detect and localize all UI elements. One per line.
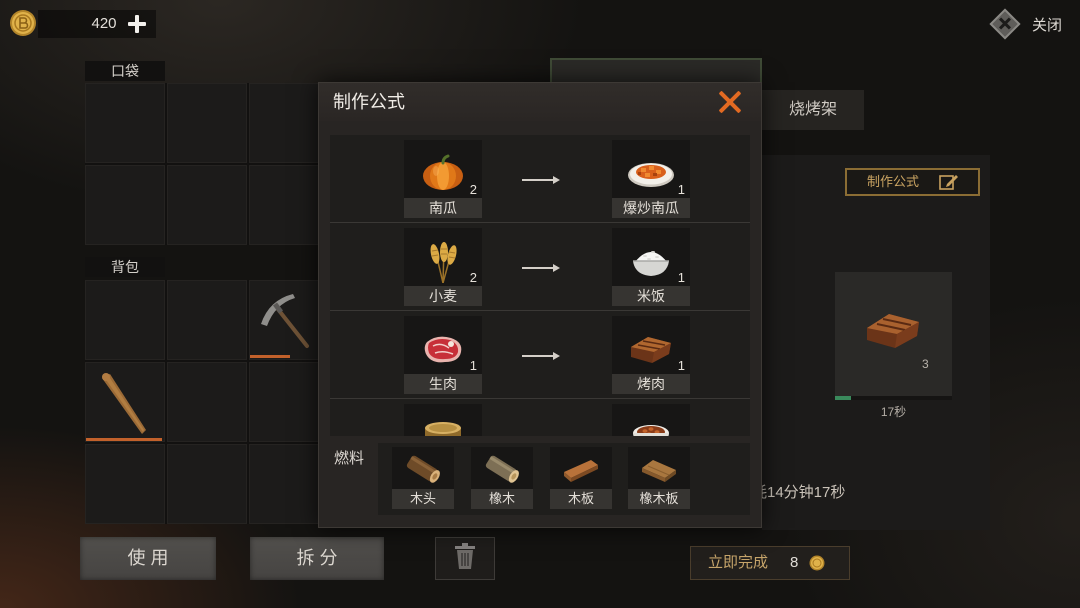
backpack-header: 背包	[85, 257, 165, 277]
total-time-text: 耗14分钟17秒	[752, 484, 846, 501]
recipe-input-slot[interactable]: 2 南瓜	[404, 140, 482, 218]
inventory-slot[interactable]	[249, 362, 329, 442]
log-icon	[392, 452, 454, 486]
coin-icon	[9, 9, 37, 37]
finish-now-button[interactable]: 立即完成 8	[690, 546, 850, 580]
inventory-slot[interactable]	[85, 444, 165, 524]
pickaxe-icon[interactable]	[255, 290, 315, 350]
recipe-dialog: 制作公式 2 南瓜 1 爆炒南瓜 2 小麦 1 米饭 1 生肉 1 烤肉 燃料 …	[318, 82, 762, 528]
finish-now-label: 立即完成	[708, 554, 769, 571]
item-count: 1	[677, 358, 685, 373]
fuel-label: 燃料	[334, 450, 365, 467]
coin-count: 420	[91, 15, 117, 32]
coin-icon	[809, 555, 825, 571]
roast-meat-icon	[863, 308, 923, 352]
trash-button[interactable]	[435, 537, 495, 580]
recipe-button-label: 制作公式	[867, 174, 920, 189]
inventory-slot[interactable]	[167, 280, 247, 360]
fuel-slot[interactable]: 橡木	[471, 447, 533, 509]
arrow-right-icon	[522, 176, 560, 184]
close-diamond-icon[interactable]	[989, 8, 1021, 40]
tab-grill[interactable]: 烧烤架	[762, 90, 864, 130]
close-button-label[interactable]: 关闭	[1032, 14, 1062, 35]
recipe-output-slot[interactable]	[612, 404, 690, 436]
trash-icon	[454, 543, 476, 574]
inventory-slot[interactable]	[167, 83, 247, 163]
recipe-output-slot[interactable]: 1 米饭	[612, 228, 690, 306]
arrow-right-icon	[522, 264, 560, 272]
fuel-name: 木头	[392, 489, 454, 509]
recipe-button[interactable]: 制作公式	[845, 168, 980, 196]
grill-slot-count: 3	[922, 357, 929, 371]
grill-progress-bar	[835, 396, 952, 400]
split-button[interactable]: 拆 分	[250, 537, 384, 580]
recipe-input-slot[interactable]: 2 小麦	[404, 228, 482, 306]
dialog-header: 制作公式	[319, 83, 761, 121]
inventory-slot[interactable]	[85, 83, 165, 163]
fuel-slot[interactable]: 木板	[550, 447, 612, 509]
item-label: 南瓜	[404, 198, 482, 218]
pocket-grid	[85, 83, 329, 245]
item-label: 小麦	[404, 286, 482, 306]
pocket-header: 口袋	[85, 61, 165, 81]
inventory-slot[interactable]	[167, 362, 247, 442]
close-x-icon[interactable]	[716, 88, 744, 116]
inventory-slot[interactable]	[249, 444, 329, 524]
inventory-slot[interactable]	[85, 165, 165, 245]
recipe-input-slot[interactable]	[404, 404, 482, 436]
plank-icon	[550, 452, 612, 486]
fuel-name: 橡木	[471, 489, 533, 509]
recipe-row: 1 生肉 1 烤肉	[330, 311, 750, 399]
recipe-list[interactable]: 2 南瓜 1 爆炒南瓜 2 小麦 1 米饭 1 生肉 1 烤肉	[330, 135, 750, 436]
fuel-name: 木板	[550, 489, 612, 509]
inventory-slot[interactable]	[167, 444, 247, 524]
canned-food-icon	[404, 416, 482, 436]
edit-icon	[939, 172, 959, 192]
dialog-title: 制作公式	[333, 92, 405, 112]
wooden-club-icon[interactable]	[96, 372, 152, 436]
grill-slot-timer: 17秒	[880, 405, 907, 419]
inventory-slot[interactable]	[249, 165, 329, 245]
item-label: 爆炒南瓜	[612, 198, 690, 218]
item-count: 2	[469, 270, 477, 285]
item-label: 烤肉	[612, 374, 690, 394]
inventory-slot[interactable]	[249, 83, 329, 163]
recipe-row	[330, 399, 750, 436]
item-count: 1	[469, 358, 477, 373]
fuel-slot[interactable]: 木头	[392, 447, 454, 509]
fuel-slot[interactable]: 橡木板	[628, 447, 690, 509]
plus-icon[interactable]	[128, 15, 146, 33]
recipe-output-slot[interactable]: 1 爆炒南瓜	[612, 140, 690, 218]
bean-bowl-icon	[612, 416, 690, 436]
oak-log-icon	[471, 452, 533, 486]
item-label: 米饭	[612, 286, 690, 306]
item-count: 2	[469, 182, 477, 197]
finish-cost: 8	[790, 554, 799, 571]
recipe-output-slot[interactable]: 1 烤肉	[612, 316, 690, 394]
fuel-name: 橡木板	[628, 489, 690, 509]
use-button[interactable]: 使 用	[80, 537, 216, 580]
item-label: 生肉	[404, 374, 482, 394]
item-count: 1	[677, 270, 685, 285]
fuel-list: 木头 橡木 木板 橡木板	[378, 443, 750, 515]
recipe-input-slot[interactable]: 1 生肉	[404, 316, 482, 394]
club-durability-bar	[86, 438, 164, 441]
arrow-right-icon	[522, 352, 560, 360]
oak-plank-icon	[628, 452, 690, 486]
inventory-slot[interactable]	[85, 280, 165, 360]
recipe-row: 2 小麦 1 米饭	[330, 223, 750, 311]
recipe-row: 2 南瓜 1 爆炒南瓜	[330, 135, 750, 223]
item-count: 1	[677, 182, 685, 197]
inventory-slot[interactable]	[167, 165, 247, 245]
